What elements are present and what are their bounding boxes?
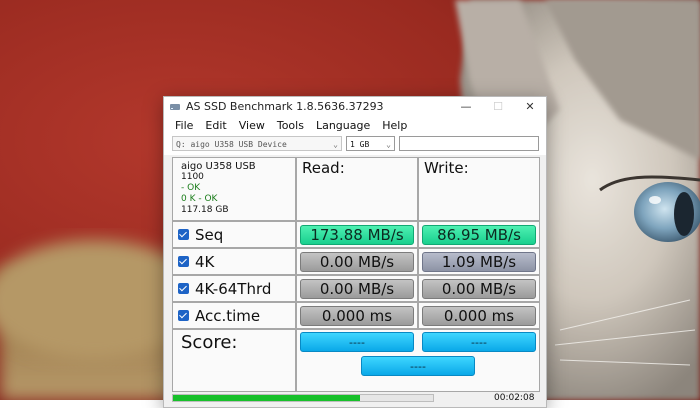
- 4k-write-cell: 1.09 MB/s: [418, 248, 540, 275]
- drive-select[interactable]: Q: aigo U358 USB Device ⌄: [172, 136, 342, 151]
- filter-input[interactable]: [399, 136, 539, 151]
- read-header-label: Read:: [302, 159, 345, 177]
- as-ssd-window: AS SSD Benchmark 1.8.5636.37293 — ☐ ✕ Fi…: [163, 96, 547, 408]
- checkbox-checked-icon[interactable]: [178, 283, 189, 294]
- acc-read-cell: 0.000 ms: [296, 302, 418, 329]
- score-total: ----: [361, 356, 475, 376]
- seq-write-cell: 86.95 MB/s: [418, 221, 540, 248]
- 4k-read-value: 0.00 MB/s: [300, 252, 414, 272]
- device-capacity: 117.18 GB: [181, 205, 229, 215]
- 4k64-read-value: 0.00 MB/s: [300, 279, 414, 299]
- device-name: aigo U358 USB: [181, 161, 256, 172]
- score-area: ---- ---- ----: [296, 329, 540, 392]
- menu-view[interactable]: View: [233, 119, 271, 132]
- chevron-down-icon: ⌄: [333, 140, 338, 149]
- seq-read-value: 173.88 MB/s: [300, 225, 414, 245]
- test-size-select[interactable]: 1 GB ⌄: [346, 136, 395, 151]
- 4k64-read-cell: 0.00 MB/s: [296, 275, 418, 302]
- toolbar: Q: aigo U358 USB Device ⌄ 1 GB ⌄: [164, 135, 546, 155]
- test-row-4k-64thrd[interactable]: 4K-64Thrd: [172, 275, 296, 302]
- test-label: Acc.time: [195, 306, 261, 325]
- acc-read-value: 0.000 ms: [300, 306, 414, 326]
- 4k64-write-value: 0.00 MB/s: [422, 279, 536, 299]
- window-title: AS SSD Benchmark 1.8.5636.37293: [186, 100, 384, 113]
- test-size-value: 1 GB: [350, 140, 370, 149]
- test-row-4k[interactable]: 4K: [172, 248, 296, 275]
- acc-write-cell: 0.000 ms: [418, 302, 540, 329]
- alignment-status: 0 K - OK: [181, 194, 218, 204]
- score-read: ----: [300, 332, 414, 352]
- minimize-button[interactable]: —: [450, 97, 482, 116]
- elapsed-time: 00:02:08: [494, 393, 535, 403]
- read-header: Read:: [296, 157, 418, 221]
- acc-write-value: 0.000 ms: [422, 306, 536, 326]
- app-drive-icon: [170, 103, 180, 110]
- results-grid: aigo U358 USB 1100 - OK 0 K - OK 117.18 …: [172, 157, 540, 407]
- test-row-acc-time[interactable]: Acc.time: [172, 302, 296, 329]
- drive-select-value: Q: aigo U358 USB Device: [176, 140, 287, 149]
- seq-read-cell: 173.88 MB/s: [296, 221, 418, 248]
- checkbox-checked-icon[interactable]: [178, 256, 189, 267]
- score-label-cell: Score:: [172, 329, 296, 392]
- title-bar[interactable]: AS SSD Benchmark 1.8.5636.37293 — ☐ ✕: [164, 97, 546, 116]
- test-label: Seq: [195, 225, 224, 244]
- test-row-seq[interactable]: Seq: [172, 221, 296, 248]
- score-label: Score:: [181, 332, 238, 353]
- 4k64-write-cell: 0.00 MB/s: [418, 275, 540, 302]
- score-write: ----: [422, 332, 536, 352]
- test-label: 4K: [195, 252, 215, 271]
- close-button[interactable]: ✕: [514, 97, 546, 116]
- menu-language[interactable]: Language: [310, 119, 376, 132]
- chevron-down-icon: ⌄: [386, 140, 391, 149]
- device-info-panel: aigo U358 USB 1100 - OK 0 K - OK 117.18 …: [172, 157, 296, 221]
- menu-help[interactable]: Help: [376, 119, 413, 132]
- menu-bar: File Edit View Tools Language Help: [164, 116, 546, 135]
- maximize-button[interactable]: ☐: [482, 97, 514, 116]
- menu-file[interactable]: File: [169, 119, 199, 132]
- menu-tools[interactable]: Tools: [271, 119, 310, 132]
- seq-write-value: 86.95 MB/s: [422, 225, 536, 245]
- 4k-write-value: 1.09 MB/s: [422, 252, 536, 272]
- write-header-label: Write:: [424, 159, 469, 177]
- progress-fill: [173, 395, 361, 401]
- write-header: Write:: [418, 157, 540, 221]
- driver-status: - OK: [181, 183, 201, 193]
- progress-bar: [172, 394, 434, 402]
- 4k-read-cell: 0.00 MB/s: [296, 248, 418, 275]
- menu-edit[interactable]: Edit: [199, 119, 232, 132]
- checkbox-checked-icon[interactable]: [178, 310, 189, 321]
- device-firmware: 1100: [181, 172, 204, 182]
- test-label: 4K-64Thrd: [195, 279, 272, 298]
- checkbox-checked-icon[interactable]: [178, 229, 189, 240]
